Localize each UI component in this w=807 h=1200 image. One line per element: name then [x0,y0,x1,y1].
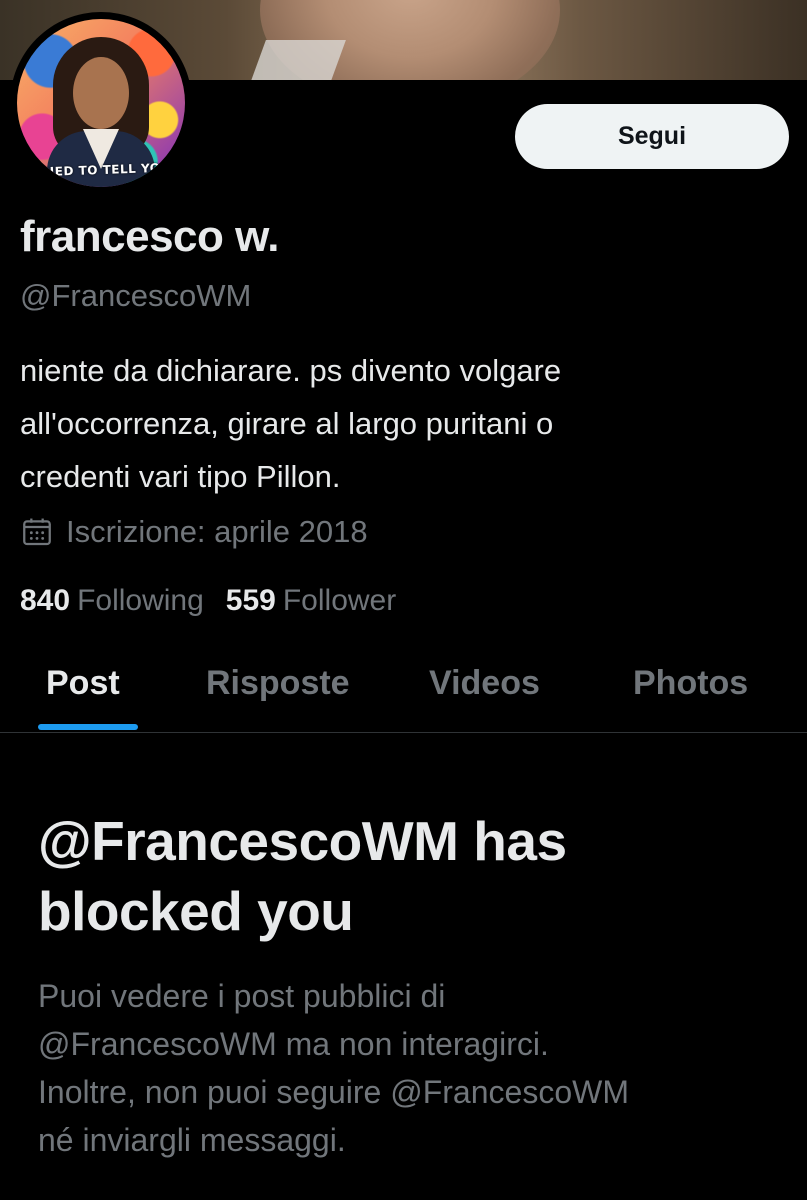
followers-label: Follower [282,584,397,617]
tab-photos[interactable]: Photos [633,664,748,703]
user-handle: @FrancescoWM [20,278,252,313]
blocked-title: @FrancescoWM has blocked you [38,806,778,946]
avatar-image: TRIED TO TELL YOU [17,19,185,187]
blocked-description: Puoi vedere i post pubblici di @Francesc… [38,972,778,1164]
followers-link[interactable]: 559 Follower [226,584,396,618]
banner-collar [244,40,346,80]
join-date: Iscrizione: aprile 2018 [20,514,368,550]
blocked-desc-line: @FrancescoWM ma non interagirci. [38,1026,549,1062]
bio-line: niente da dichiarare. ps divento volgare [20,353,562,388]
tab-replies[interactable]: Risposte [206,664,350,703]
tab-videos[interactable]: Videos [429,664,540,703]
blocked-title-line: @FrancescoWM has [38,810,567,872]
join-date-text: Iscrizione: aprile 2018 [66,514,368,549]
following-label: Following [77,584,204,617]
avatar[interactable]: TRIED TO TELL YOU [10,12,192,194]
blocked-title-line: blocked you [38,880,354,942]
blocked-desc-line: né inviargli messaggi. [38,1122,346,1158]
following-count: 840 [20,584,71,617]
avatar-face [73,57,129,129]
blocked-desc-line: Inoltre, non puoi seguire @FrancescoWM [38,1074,629,1110]
tab-post[interactable]: Post [46,664,120,703]
bio-line: all'occorrenza, girare al largo puritani… [20,406,554,441]
followers-count: 559 [225,584,276,617]
active-tab-indicator [38,724,138,730]
follow-button[interactable]: Segui [515,104,789,169]
bio: niente da dichiarare. ps divento volgare… [20,344,780,503]
profile-tabs: Post Risposte Videos Photos [0,650,807,733]
blocked-desc-line: Puoi vedere i post pubblici di [38,978,446,1014]
display-name: francesco w. [20,212,279,261]
calendar-icon [23,518,51,546]
follow-stats: 840 Following 559 Follower [20,584,396,618]
avatar-caption: TRIED TO TELL YOU [31,160,171,180]
following-link[interactable]: 840 Following [20,584,204,618]
bio-line: credenti vari tipo Pillon. [20,459,341,494]
